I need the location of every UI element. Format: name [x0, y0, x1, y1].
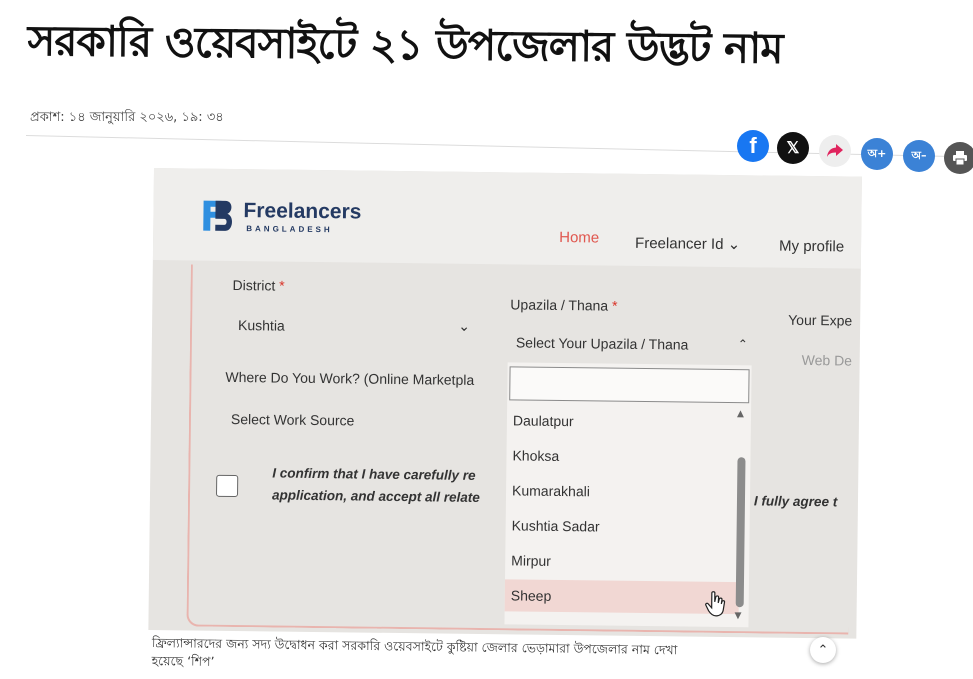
logo-subtitle: BANGLADESH — [246, 224, 333, 235]
nav-freelancer-id-label: Freelancer Id — [635, 234, 724, 253]
hand-cursor-icon — [705, 591, 726, 617]
font-decrease-button[interactable]: অ– — [903, 140, 935, 172]
upazila-option[interactable]: Mirpur — [505, 544, 739, 579]
scroll-up-arrow-icon: ▲ — [736, 409, 745, 420]
district-select[interactable]: Kushtia ⌄ — [238, 317, 470, 336]
upazila-option[interactable]: Khoksa — [506, 439, 740, 474]
nav-my-profile-label: My profile — [778, 237, 845, 256]
x-icon: 𝕏 — [786, 140, 800, 157]
nav-home[interactable]: Home — [559, 229, 599, 246]
confirm-text-line1: I confirm that I have carefully re — [272, 465, 476, 483]
scroll-to-top-button[interactable]: ⌃ — [810, 637, 836, 663]
publish-date: প্রকাশ: ১৪ জানুয়ারি ২০২৬, ১৯: ৩৪ — [30, 110, 224, 125]
scrollbar-thumb[interactable] — [735, 457, 746, 608]
scroll-down-arrow-icon: ▼ — [734, 611, 742, 622]
district-label: District * — [232, 277, 284, 294]
font-increase-button[interactable]: অ+ — [861, 138, 893, 170]
share-arrow-icon — [827, 144, 843, 157]
upazila-label: Upazila / Thana * — [510, 296, 617, 313]
upazila-select[interactable]: Select Your Upazila / Thana ⌃ — [516, 334, 748, 353]
share-button[interactable] — [819, 135, 851, 167]
article-headline: সরকারি ওয়েবসাইটে ২১ উপজেলার উদ্ভট নাম — [27, 15, 783, 73]
upazila-select-placeholder: Select Your Upazila / Thana — [515, 334, 689, 353]
required-mark: * — [279, 277, 285, 294]
confirm-checkbox[interactable] — [215, 474, 239, 498]
nav-my-profile[interactable]: My profile — [779, 238, 844, 256]
nav-freelancer-id[interactable]: Freelancer Id ⌄ — [635, 234, 740, 253]
facebook-icon: f — [749, 133, 757, 158]
x-share-button[interactable]: 𝕏 — [777, 132, 809, 164]
website-screenshot-photo: Freelancers BANGLADESH Home Freelancer I… — [148, 168, 862, 639]
experience-select[interactable]: Web De — [802, 352, 853, 369]
chevron-down-icon: ⌄ — [723, 235, 741, 254]
upazila-option[interactable]: Kushtia Sadar — [505, 509, 739, 544]
upazila-option[interactable]: Daulatpur — [507, 404, 741, 439]
upazila-search-input[interactable] — [509, 366, 750, 404]
freelancers-logo-icon — [203, 200, 232, 231]
district-label-text: District — [232, 276, 276, 294]
upazila-dropdown-list: Daulatpur Khoksa Kumarakhali Kushtia Sad… — [504, 362, 752, 628]
font-decrease-icon: অ– — [911, 148, 927, 162]
site-header: Freelancers BANGLADESH Home Freelancer I… — [152, 168, 862, 269]
dropdown-scrollbar[interactable]: ▲ ▼ — [735, 409, 747, 621]
print-button[interactable] — [944, 142, 973, 174]
upazila-option[interactable]: Kumarakhali — [506, 474, 740, 509]
confirm-text-line2: application, and accept all relate — [271, 487, 480, 506]
logo-title: Freelancers — [243, 199, 362, 224]
experience-label: Your Expe — [788, 311, 853, 329]
work-source-label: Where Do You Work? (Online Marketpla — [225, 368, 475, 388]
district-select-value: Kushtia — [237, 317, 285, 334]
required-mark: * — [611, 297, 618, 314]
confirm-text-right: I fully agree t — [753, 493, 838, 510]
upazila-label-text: Upazila / Thana — [510, 296, 609, 314]
photo-caption: ফ্রিল্যান্সারদের জন্য সদ্য উদ্বোধন করা স… — [151, 634, 811, 679]
facebook-share-button[interactable]: f — [737, 130, 769, 162]
font-increase-icon: অ+ — [867, 146, 887, 160]
work-source-select[interactable]: Select Work Source — [231, 411, 355, 429]
print-icon — [953, 151, 967, 166]
chevron-up-icon: ⌃ — [817, 642, 829, 658]
chevron-down-icon: ⌄ — [458, 317, 471, 334]
chevron-up-icon: ⌃ — [737, 337, 748, 352]
